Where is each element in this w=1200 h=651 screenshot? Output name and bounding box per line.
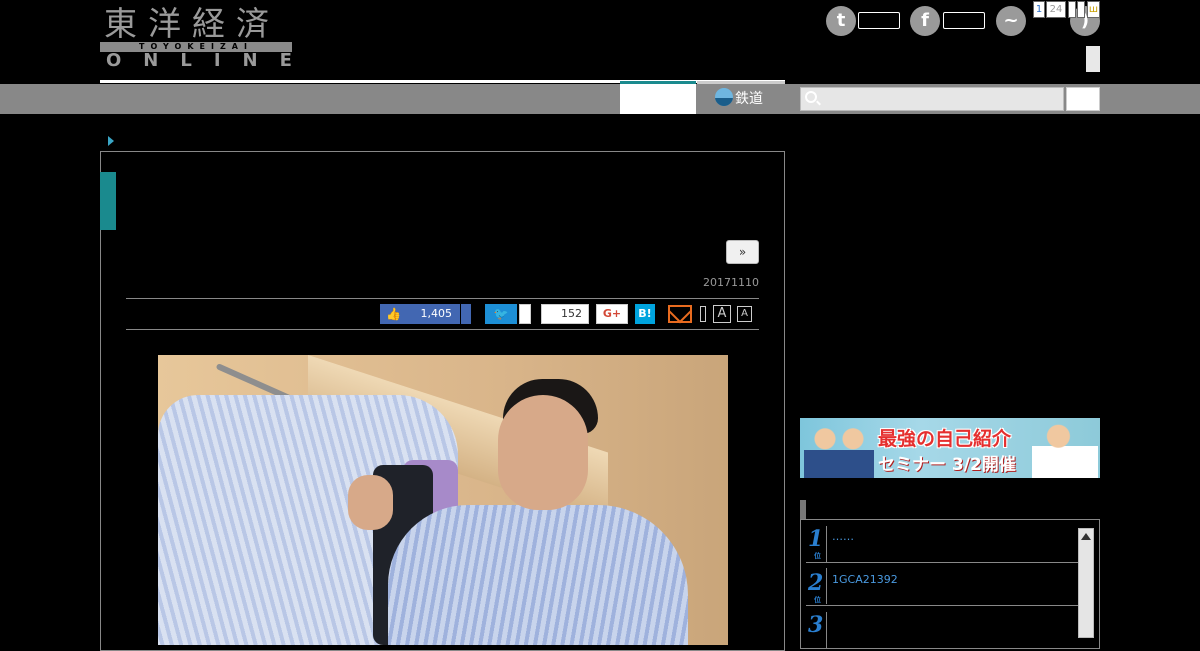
hatena-bookmark-button[interactable]: B! [635, 304, 655, 324]
font-size-small-button[interactable]: A [737, 306, 752, 322]
next-page-button[interactable]: » [726, 240, 759, 264]
banner-title: 最強の自己紹介 [878, 428, 1012, 450]
messenger-icon[interactable]: ~ [996, 6, 1026, 36]
google-plus-button[interactable]: G+ [596, 304, 628, 324]
logo-kanji: 東洋経済 [104, 4, 280, 43]
share-divider-top [126, 298, 759, 299]
twitter-follow-count [858, 12, 900, 29]
nav-tab-railway[interactable]: 鉄道 [697, 81, 785, 114]
login-button[interactable] [1086, 46, 1100, 72]
nav-tab-railway-label: 鉄道 [735, 91, 763, 107]
facebook-icon[interactable]: f [910, 6, 940, 36]
tweet-button[interactable]: 🐦 [485, 304, 517, 324]
scroll-up-icon[interactable] [1081, 533, 1091, 540]
ranking-item-1[interactable]: …… [832, 530, 854, 543]
font-size-large-button[interactable]: A [713, 305, 731, 323]
seminar-banner[interactable]: 最強の自己紹介 セミナー 3/2開催 [800, 418, 1100, 478]
ranking-tab-24[interactable]: 24 [1046, 1, 1066, 18]
hatena-count: 152 [541, 304, 589, 324]
print-button[interactable] [700, 306, 706, 322]
ranking-header [800, 500, 1100, 520]
facebook-share-button[interactable] [461, 304, 471, 324]
thumbs-up-icon: 👍 [386, 307, 401, 321]
article-date: 20171110 [703, 276, 759, 289]
ranking-tab-1[interactable]: 1 [1033, 1, 1045, 18]
breadcrumb-arrow-icon [108, 136, 114, 146]
share-divider-bottom [126, 329, 759, 330]
rank-number-1: 1位 [808, 526, 824, 560]
banner-characters-right [1032, 420, 1098, 478]
logo-online: ONLINE [106, 50, 314, 71]
like-count: 1,405 [420, 307, 453, 320]
article-title-accent [100, 172, 116, 230]
facebook-like-button[interactable]: 👍 1,405 [380, 304, 460, 324]
rank-number-2: 2位 [808, 570, 824, 604]
tweet-count [519, 304, 531, 324]
site-logo[interactable]: 東洋経済 TOYOKEIZAI ONLINE [100, 6, 292, 70]
nav-tab-active[interactable] [620, 81, 696, 114]
ranking-item-2[interactable]: 1GCA21392 [832, 573, 898, 586]
mail-icon[interactable] [668, 305, 692, 323]
facebook-follow-count [943, 12, 985, 29]
search-button[interactable] [1066, 87, 1100, 111]
banner-characters-left [804, 422, 874, 478]
search-icon [805, 91, 817, 103]
article-photo [158, 355, 728, 645]
ranking-scrollbar[interactable] [1078, 528, 1094, 638]
ranking-tab-3[interactable] [1068, 1, 1076, 18]
twitter-icon[interactable]: t [826, 6, 856, 36]
ranking-tab-4[interactable] [1077, 1, 1085, 18]
rank-number-3: 3 [808, 612, 824, 638]
banner-subtitle: セミナー 3/2開催 [878, 455, 1016, 475]
railway-icon [715, 88, 733, 106]
ranking-tab-5[interactable]: ш [1087, 1, 1100, 18]
search-input[interactable] [800, 87, 1064, 111]
